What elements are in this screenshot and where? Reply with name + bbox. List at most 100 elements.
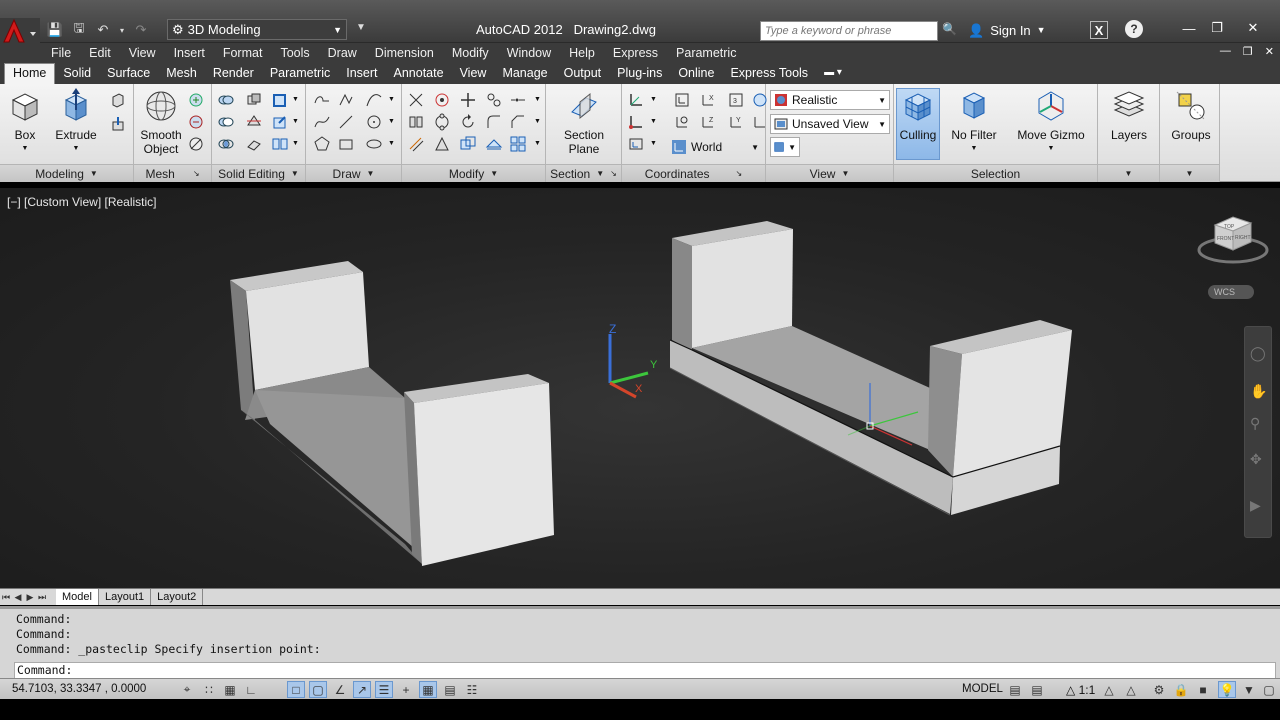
undo-icon[interactable]: ↶ bbox=[94, 21, 112, 39]
close-icon[interactable]: ✕ bbox=[1240, 18, 1266, 38]
menu-file[interactable]: File bbox=[42, 46, 80, 60]
tab-annotate[interactable]: Annotate bbox=[386, 64, 452, 84]
clean-screen-icon[interactable]: ▢ bbox=[1260, 681, 1278, 698]
isolate-objects-icon[interactable]: 💡 bbox=[1218, 681, 1236, 698]
annotation-visibility-icon[interactable]: △ bbox=[1100, 681, 1118, 698]
tab-manage[interactable]: Manage bbox=[494, 64, 555, 84]
solid-left[interactable] bbox=[230, 261, 554, 566]
prev-tab-icon[interactable]: ◀ bbox=[12, 592, 24, 603]
tab-insert[interactable]: Insert bbox=[338, 64, 385, 84]
exchange-icon[interactable]: X bbox=[1090, 21, 1108, 39]
restore-icon[interactable]: ❐ bbox=[1204, 18, 1230, 38]
layers-button[interactable]: Layers bbox=[1108, 88, 1150, 142]
menu-help[interactable]: Help bbox=[560, 46, 604, 60]
extrude-button[interactable]: Extrude ▼ bbox=[52, 88, 100, 156]
explode-icon[interactable] bbox=[406, 90, 426, 110]
dynamic-input-icon[interactable]: ☰ bbox=[375, 681, 393, 698]
mesh-smooth-more-icon[interactable] bbox=[186, 90, 206, 110]
menu-draw[interactable]: Draw bbox=[319, 46, 366, 60]
3d-array-icon[interactable] bbox=[432, 112, 452, 132]
align-icon[interactable] bbox=[432, 134, 452, 154]
tab-plug-ins[interactable]: Plug-ins bbox=[609, 64, 670, 84]
search-input[interactable]: Type a keyword or phrase bbox=[760, 21, 938, 41]
showmotion-icon[interactable]: ▶ bbox=[1250, 497, 1261, 514]
toolbar-lock-icon[interactable]: 🔒 bbox=[1172, 681, 1190, 698]
save-as-icon[interactable]: 🖫 bbox=[70, 20, 88, 39]
menu-edit[interactable]: Edit bbox=[80, 46, 120, 60]
dynamic-ucs-icon[interactable]: ↗ bbox=[353, 681, 371, 698]
chevron-down-icon[interactable]: ▼ bbox=[292, 96, 299, 103]
transparency-icon[interactable]: ▦ bbox=[419, 681, 437, 698]
tab-express-tools[interactable]: Express Tools bbox=[722, 64, 816, 84]
chevron-down-icon[interactable]: ▼ bbox=[534, 96, 541, 103]
section-icon[interactable] bbox=[484, 134, 504, 154]
menu-format[interactable]: Format bbox=[214, 46, 272, 60]
help-icon[interactable]: ? bbox=[1125, 20, 1143, 38]
panel-footer-coordinates[interactable]: Coordinates ↘ bbox=[622, 164, 765, 182]
quick-view-layouts-icon[interactable]: ▤ bbox=[1006, 681, 1024, 698]
array-icon[interactable] bbox=[508, 134, 528, 154]
no-filter-button[interactable]: No Filter ▼ bbox=[948, 88, 1000, 156]
tab-output[interactable]: Output bbox=[556, 64, 610, 84]
menu-express[interactable]: Express bbox=[604, 46, 667, 60]
orbit-icon[interactable]: ✥ bbox=[1250, 451, 1262, 468]
menu-window[interactable]: Window bbox=[498, 46, 560, 60]
ucs-3point-icon[interactable]: 3 bbox=[726, 90, 746, 110]
menu-insert[interactable]: Insert bbox=[165, 46, 214, 60]
offset-edge-icon[interactable] bbox=[406, 134, 426, 154]
ucs-view-icon[interactable] bbox=[672, 90, 692, 110]
panel-footer-modify[interactable]: Modify ▼ bbox=[402, 164, 545, 182]
minimize-icon[interactable]: — bbox=[1176, 18, 1202, 38]
pan-icon[interactable]: ✋ bbox=[1250, 383, 1267, 400]
last-tab-icon[interactable]: ⏭ bbox=[36, 592, 48, 603]
tab-parametric[interactable]: Parametric bbox=[262, 64, 338, 84]
chamfer-edge-icon[interactable] bbox=[508, 112, 528, 132]
tab-surface[interactable]: Surface bbox=[99, 64, 158, 84]
panel-footer-modeling[interactable]: Modeling ▼ bbox=[0, 164, 133, 182]
3d-object-snap-icon[interactable]: ▢ bbox=[309, 681, 327, 698]
section-plane-button[interactable]: Section Plane bbox=[560, 88, 608, 156]
object-snap-icon[interactable]: □ bbox=[287, 681, 305, 698]
box-button[interactable]: Box ▼ bbox=[6, 88, 44, 156]
command-input[interactable]: Command: bbox=[14, 662, 1276, 679]
doc-close-icon[interactable]: ✕ bbox=[1265, 45, 1274, 58]
selection-cycling-icon[interactable]: ☷ bbox=[463, 681, 481, 698]
named-view-dropdown[interactable]: Unsaved View ▼ bbox=[770, 114, 890, 134]
polyline-icon[interactable] bbox=[312, 90, 332, 110]
auto-scale-icon[interactable]: △ bbox=[1122, 681, 1140, 698]
tab-solid[interactable]: Solid bbox=[55, 64, 99, 84]
ucs-named-icon[interactable] bbox=[626, 134, 646, 154]
polysolid-icon[interactable] bbox=[108, 90, 128, 110]
menu-tools[interactable]: Tools bbox=[271, 46, 318, 60]
line-icon[interactable] bbox=[336, 112, 356, 132]
chevron-down-icon[interactable]: ▼ bbox=[388, 118, 395, 125]
infer-constraints-icon[interactable]: ⌖ bbox=[178, 681, 196, 698]
save-icon[interactable]: 💾 bbox=[46, 21, 64, 39]
chevron-down-icon[interactable]: ▼ bbox=[650, 140, 657, 147]
polygon-icon[interactable] bbox=[312, 134, 332, 154]
viewcube[interactable]: TOP FRONT RIGHT bbox=[1197, 216, 1269, 264]
panel-footer-groups[interactable]: ▼ bbox=[1160, 164, 1219, 182]
panel-footer-section[interactable]: Section ▼ ↘ bbox=[546, 164, 621, 182]
first-tab-icon[interactable]: ⏮ bbox=[0, 592, 12, 603]
solid-right[interactable] bbox=[669, 221, 1072, 516]
copy-icon[interactable] bbox=[458, 134, 478, 154]
annotation-scale[interactable]: △ 1:1 bbox=[1066, 683, 1095, 697]
tab-model[interactable]: Model bbox=[56, 589, 99, 605]
undo-dropdown-icon[interactable]: ▾ bbox=[118, 21, 126, 39]
thicken-icon[interactable] bbox=[244, 134, 264, 154]
interfere-icon[interactable] bbox=[244, 90, 264, 110]
ucs-icon-properties-icon[interactable]: Y bbox=[726, 112, 746, 132]
rectangle-icon[interactable] bbox=[336, 134, 356, 154]
3d-mirror-icon[interactable] bbox=[406, 112, 426, 132]
status-bar-menu-icon[interactable]: ▼ bbox=[1240, 681, 1258, 698]
model-space-toggle[interactable]: MODEL bbox=[962, 683, 1003, 695]
3d-polyline-icon[interactable] bbox=[336, 90, 356, 110]
chevron-down-icon[interactable]: ▼ bbox=[650, 118, 657, 125]
intersect-icon[interactable] bbox=[216, 134, 236, 154]
ellipse-icon[interactable] bbox=[364, 134, 384, 154]
tab-view[interactable]: View bbox=[452, 64, 495, 84]
slice-icon[interactable] bbox=[244, 112, 264, 132]
ucs-dropdown[interactable]: World ▼ bbox=[668, 137, 762, 157]
chevron-down-icon[interactable]: ▼ bbox=[534, 118, 541, 125]
